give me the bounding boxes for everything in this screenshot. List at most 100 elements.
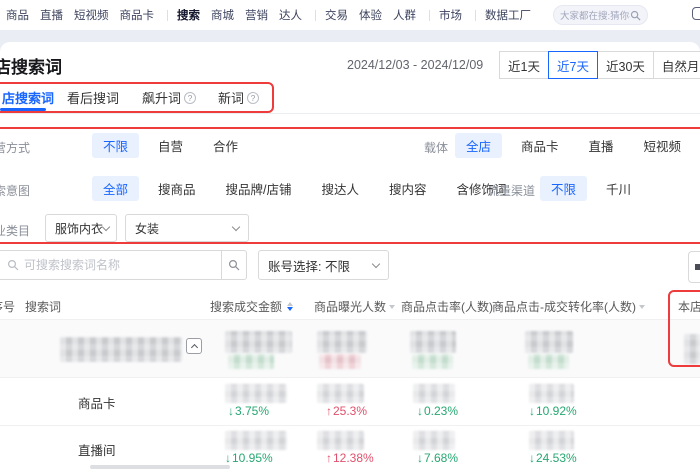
- col-keyword: 搜索词: [25, 300, 62, 314]
- filter-carrier-product-card[interactable]: 商品卡: [510, 133, 570, 158]
- export-button[interactable]: [688, 251, 700, 283]
- redacted-keyword: [60, 337, 182, 362]
- category-select-level2[interactable]: 女装: [125, 214, 249, 242]
- tab-label: 飙升词: [142, 91, 182, 106]
- global-search-box[interactable]: 大家都在搜:猜你喜欢...: [553, 5, 648, 25]
- redacted-value: [413, 431, 455, 450]
- nav-item-marketing[interactable]: 营销: [245, 7, 268, 23]
- change-pct: ↓7.68%: [417, 451, 459, 465]
- date-btn-30day[interactable]: 近30天: [597, 51, 654, 79]
- filter-label-category: 业类目: [0, 224, 31, 238]
- nav-item-experience[interactable]: 体验: [359, 7, 382, 23]
- change-pct: ↑25.3%: [326, 404, 368, 418]
- sort-icon[interactable]: [639, 304, 645, 309]
- filter-carrier-live[interactable]: 直播: [578, 133, 625, 158]
- redacted-value: [317, 331, 367, 353]
- col-cvr[interactable]: 商品点击-成交转化率(人数): [492, 298, 645, 315]
- row-divider: [0, 377, 700, 378]
- search-icon: [7, 259, 19, 271]
- nav-item-market[interactable]: 市场: [439, 7, 462, 23]
- nav-item-trade[interactable]: 交易: [325, 7, 348, 23]
- redacted-value: [317, 431, 364, 450]
- redacted-change: [228, 354, 274, 369]
- date-range-buttons: 近1天 近7天 近30天 自然月: [499, 51, 700, 79]
- redacted-change: [412, 354, 453, 369]
- search-icon: [630, 10, 641, 21]
- tab-after-view-words[interactable]: 看后搜词: [67, 88, 119, 107]
- chevron-down-icon: [101, 222, 111, 231]
- app-root: 商品 直播 短视频 商品卡 搜索 商城 营销 达人 交易 体验 人群 市场 数据…: [0, 0, 700, 470]
- expand-icon[interactable]: [186, 338, 202, 354]
- nav-item-live[interactable]: 直播: [40, 7, 63, 23]
- filter-label-carrier: 载体: [424, 141, 449, 155]
- sort-icon[interactable]: [287, 302, 293, 311]
- redacted-change: [319, 354, 361, 369]
- tabs-divider: [0, 113, 700, 114]
- filter-intent-all[interactable]: 全部: [92, 176, 140, 201]
- filter-intent-product[interactable]: 搜商品: [147, 176, 207, 201]
- redacted-value: [525, 331, 573, 353]
- nav-item-mall[interactable]: 商城: [211, 7, 234, 23]
- nav-item-products[interactable]: 商品: [6, 7, 29, 23]
- category-select-level1[interactable]: 服饰内衣: [45, 214, 117, 242]
- redacted-value: [225, 431, 287, 450]
- filter-channel-unlimited[interactable]: 不限: [540, 176, 588, 201]
- filter-intent-influencer[interactable]: 搜达人: [311, 176, 371, 201]
- tab-shop-search-words[interactable]: 店搜索词: [2, 88, 54, 107]
- tab-label: 看后搜词: [67, 91, 120, 106]
- filter-intent-brand-shop[interactable]: 搜品牌/店铺: [215, 176, 303, 201]
- filter-mode-coop[interactable]: 合作: [202, 133, 249, 158]
- col-pay-amount[interactable]: 搜索成交金额: [210, 298, 293, 315]
- nav-separator: [315, 9, 316, 21]
- nav-item-short-video[interactable]: 短视频: [74, 7, 109, 23]
- col-label: 商品曝光人数: [313, 300, 386, 314]
- row-label-live-room: 直播间: [78, 444, 116, 458]
- account-select[interactable]: 账号选择: 不限: [258, 250, 389, 280]
- filter-carrier-whole-shop[interactable]: 全店: [455, 133, 503, 158]
- tab-label: 新词: [218, 91, 245, 106]
- filter-label-mode: 营方式: [0, 141, 31, 155]
- chevron-down-icon: [371, 259, 381, 268]
- help-icon[interactable]: ?: [247, 91, 260, 104]
- top-navbar: 商品 直播 短视频 商品卡 搜索 商城 营销 达人 交易 体验 人群 市场 数据…: [0, 0, 700, 30]
- nav-item-data-factory[interactable]: 数据工厂: [485, 7, 531, 23]
- filter-carrier-options: 全店 商品卡 直播 短视频 图文: [455, 133, 700, 158]
- tab-new-words[interactable]: 新词 ?: [218, 88, 260, 107]
- col-label: 搜索成交金额: [209, 300, 282, 314]
- change-pct: ↓24.53%: [529, 451, 577, 465]
- nav-item-search[interactable]: 搜索: [177, 7, 200, 23]
- category-level1-value: 服饰内衣: [55, 221, 104, 236]
- search-icon: [228, 259, 240, 271]
- tab-surging-words[interactable]: 飙升词 ?: [142, 88, 197, 107]
- help-icon[interactable]: ?: [184, 91, 197, 104]
- keyword-search-input[interactable]: [24, 258, 213, 272]
- col-exposure[interactable]: 商品曝光人数: [314, 298, 395, 315]
- keyword-search-button[interactable]: [221, 250, 247, 280]
- date-btn-natural-month[interactable]: 自然月: [652, 51, 700, 79]
- date-btn-7day[interactable]: 近7天: [548, 51, 598, 79]
- filter-channel-options: 不限 千川: [540, 176, 642, 201]
- horizontal-scrollbar[interactable]: [90, 465, 230, 469]
- nav-item-product-card[interactable]: 商品卡: [120, 7, 155, 23]
- filter-mode-unlimited[interactable]: 不限: [92, 133, 140, 158]
- filter-channel-qianchuan[interactable]: 千川: [595, 176, 642, 201]
- date-btn-1day[interactable]: 近1天: [499, 51, 549, 79]
- message-icon[interactable]: [692, 7, 700, 20]
- filter-mode-self[interactable]: 自营: [147, 133, 194, 158]
- redacted-change: [528, 354, 569, 369]
- redacted-value: [413, 384, 455, 403]
- redacted-value: [529, 431, 574, 450]
- keyword-search-field: [0, 250, 222, 280]
- nav-separator: [475, 9, 476, 21]
- filter-intent-content[interactable]: 搜内容: [378, 176, 438, 201]
- global-search-placeholder: 大家都在搜:猜你喜欢...: [560, 11, 630, 22]
- nav-item-influencer[interactable]: 达人: [279, 7, 302, 23]
- col-ctr[interactable]: 商品点击率(人数): [401, 298, 502, 315]
- nav-item-audience[interactable]: 人群: [393, 7, 416, 23]
- change-pct: ↓0.23%: [417, 404, 459, 418]
- redacted-value: [225, 331, 292, 353]
- sort-icon[interactable]: [389, 304, 395, 309]
- row-divider: [0, 425, 700, 426]
- filter-carrier-short-video[interactable]: 短视频: [633, 133, 693, 158]
- date-range-text: 2024/12/03 - 2024/12/09: [347, 58, 484, 72]
